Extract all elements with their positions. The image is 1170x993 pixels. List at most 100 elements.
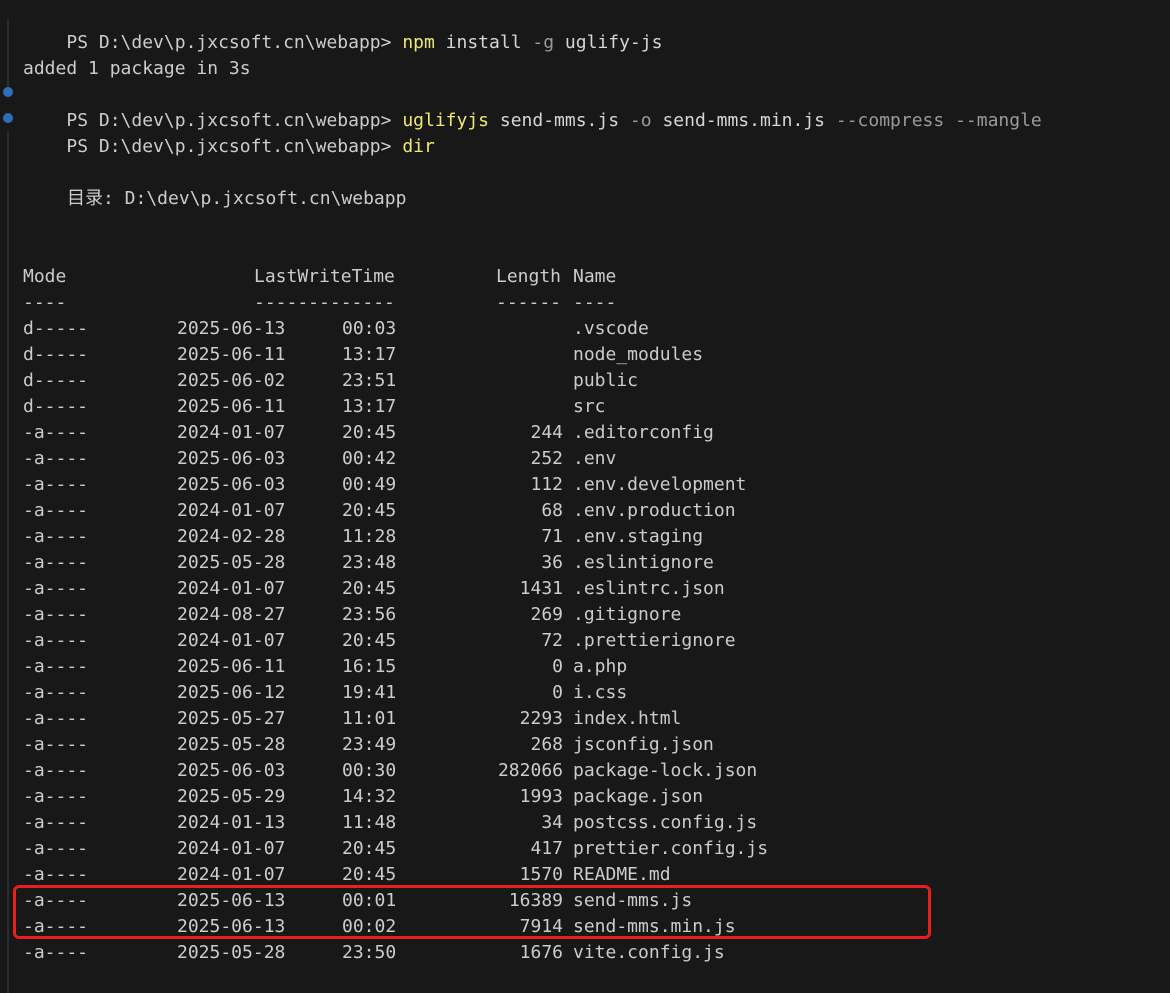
- row-length: 1676: [519, 942, 563, 963]
- row-mode: d-----: [23, 396, 89, 417]
- command-rest: uglify-js: [564, 32, 663, 53]
- row-length: 0: [552, 682, 563, 703]
- table-row: d----- 2025-06-13 00:03 .vscode: [0, 316, 1170, 342]
- row-date: 2025-06-03: [177, 474, 286, 495]
- row-name: package-lock.json: [573, 760, 758, 781]
- row-mode: -a----: [23, 448, 89, 469]
- table-row: -a---- 2024-01-07 20:45 417 prettier.config.…: [0, 836, 1170, 862]
- command-program: npm: [402, 32, 435, 53]
- command-flags: --compress --mangle: [835, 110, 1042, 131]
- row-mode: d-----: [23, 318, 89, 339]
- row-time: 19:41: [342, 682, 397, 703]
- row-mode: -a----: [23, 786, 89, 807]
- row-name: .gitignore: [573, 604, 682, 625]
- row-mode: -a----: [23, 578, 89, 599]
- row-mode: -a----: [23, 552, 89, 573]
- command-param: -o: [629, 110, 652, 131]
- row-date: 2025-06-11: [177, 656, 286, 677]
- row-length: 252: [530, 448, 563, 469]
- row-date: 2024-08-27: [177, 604, 286, 625]
- row-name: public: [573, 370, 639, 391]
- row-time: 11:28: [342, 526, 397, 547]
- row-name: prettier.config.js: [573, 838, 769, 859]
- row-name: vite.config.js: [573, 942, 725, 963]
- prompt: PS D:\dev\p.jxcsoft.cn\webapp>: [66, 32, 392, 53]
- row-mode: -a----: [23, 422, 89, 443]
- table-row: -a---- 2025-05-28 23:50 1676 vite.config.js: [0, 940, 1170, 966]
- row-name: .env.staging: [573, 526, 704, 547]
- header-mode: Mode: [23, 266, 67, 287]
- row-length: 2293: [519, 708, 563, 729]
- row-name: .env.production: [573, 500, 736, 521]
- table-row: -a---- 2024-08-27 23:56 269 .gitignore: [0, 602, 1170, 628]
- row-name: src: [573, 396, 606, 417]
- row-name: .vscode: [573, 318, 649, 339]
- row-time: 23:50: [342, 942, 397, 963]
- row-name: index.html: [573, 708, 682, 729]
- row-mode: -a----: [23, 474, 89, 495]
- row-date: 2025-06-03: [177, 760, 286, 781]
- row-mode: d-----: [23, 344, 89, 365]
- row-mode: -a----: [23, 604, 89, 625]
- row-mode: d-----: [23, 370, 89, 391]
- row-date: 2025-05-28: [177, 734, 286, 755]
- underline-mode: ----: [23, 292, 67, 313]
- table-row: -a---- 2025-06-03 00:30 282066 package-lock.…: [0, 758, 1170, 784]
- table-row: -a---- 2024-01-07 20:45 68 .env.production: [0, 498, 1170, 524]
- row-name: postcss.config.js: [573, 812, 758, 833]
- row-mode: -a----: [23, 942, 89, 963]
- row-length: 282066: [497, 760, 563, 781]
- table-row: d----- 2025-06-02 23:51 public: [0, 368, 1170, 394]
- table-row: -a---- 2025-05-28 23:48 36 .eslintignore: [0, 550, 1170, 576]
- highlight-annotation-box: [13, 885, 931, 939]
- table-row: d----- 2025-06-11 13:17 node_modules: [0, 342, 1170, 368]
- row-date: 2024-02-28: [177, 526, 286, 547]
- table-row: -a---- 2025-06-03 00:49 112 .env.development: [0, 472, 1170, 498]
- underline-lastwritetime: -------------: [254, 292, 395, 313]
- table-row: -a---- 2025-05-27 11:01 2293 index.html: [0, 706, 1170, 732]
- row-time: 16:15: [342, 656, 397, 677]
- table-row: -a---- 2024-02-28 11:28 71 .env.staging: [0, 524, 1170, 550]
- npm-output: added 1 package in 3s: [23, 58, 251, 79]
- row-length: 72: [541, 630, 563, 651]
- command-line-3: PS D:\dev\p.jxcsoft.cn\webapp> dir: [23, 108, 434, 157]
- row-time: 20:45: [342, 422, 397, 443]
- row-date: 2025-05-29: [177, 786, 286, 807]
- row-name: package.json: [573, 786, 704, 807]
- row-time: 11:01: [342, 708, 397, 729]
- row-mode: -a----: [23, 526, 89, 547]
- command-rest: send-mms.min.js: [662, 110, 826, 131]
- row-date: 2025-06-13: [177, 318, 286, 339]
- row-time: 23:48: [342, 552, 397, 573]
- row-time: 23:51: [342, 370, 397, 391]
- row-mode: -a----: [23, 734, 89, 755]
- command-status-icon[interactable]: [3, 113, 13, 123]
- command-program: dir: [402, 136, 435, 157]
- command-gutter-line: [7, 20, 9, 90]
- row-date: 2024-01-07: [177, 422, 286, 443]
- row-time: 20:45: [342, 578, 397, 599]
- row-date: 2025-05-27: [177, 708, 286, 729]
- command-args: send-mms.js: [499, 110, 620, 131]
- row-date: 2025-06-11: [177, 396, 286, 417]
- row-mode: -a----: [23, 812, 89, 833]
- row-length: 34: [541, 812, 563, 833]
- row-mode: -a----: [23, 500, 89, 521]
- row-date: 2024-01-07: [177, 630, 286, 651]
- table-row: d----- 2025-06-11 13:17 src: [0, 394, 1170, 420]
- command-status-icon[interactable]: [3, 87, 13, 97]
- row-name: .env.development: [573, 474, 747, 495]
- row-name: jsconfig.json: [573, 734, 714, 755]
- row-length: 36: [541, 552, 563, 573]
- table-row: -a---- 2025-06-11 16:15 0 a.php: [0, 654, 1170, 680]
- header-length: Length: [496, 266, 562, 287]
- underline-length: ------: [496, 292, 562, 313]
- terminal-panel[interactable]: PS D:\dev\p.jxcsoft.cn\webapp> npm insta…: [0, 0, 1170, 993]
- row-time: 00:42: [342, 448, 397, 469]
- row-length: [463, 316, 563, 342]
- row-length: 268: [530, 734, 563, 755]
- row-time: 23:49: [342, 734, 397, 755]
- row-date: 2025-06-02: [177, 370, 286, 391]
- command-line-2: PS D:\dev\p.jxcsoft.cn\webapp> uglifyjs …: [23, 82, 1041, 131]
- table-header: Mode LastWriteTime Length Name: [0, 264, 1170, 290]
